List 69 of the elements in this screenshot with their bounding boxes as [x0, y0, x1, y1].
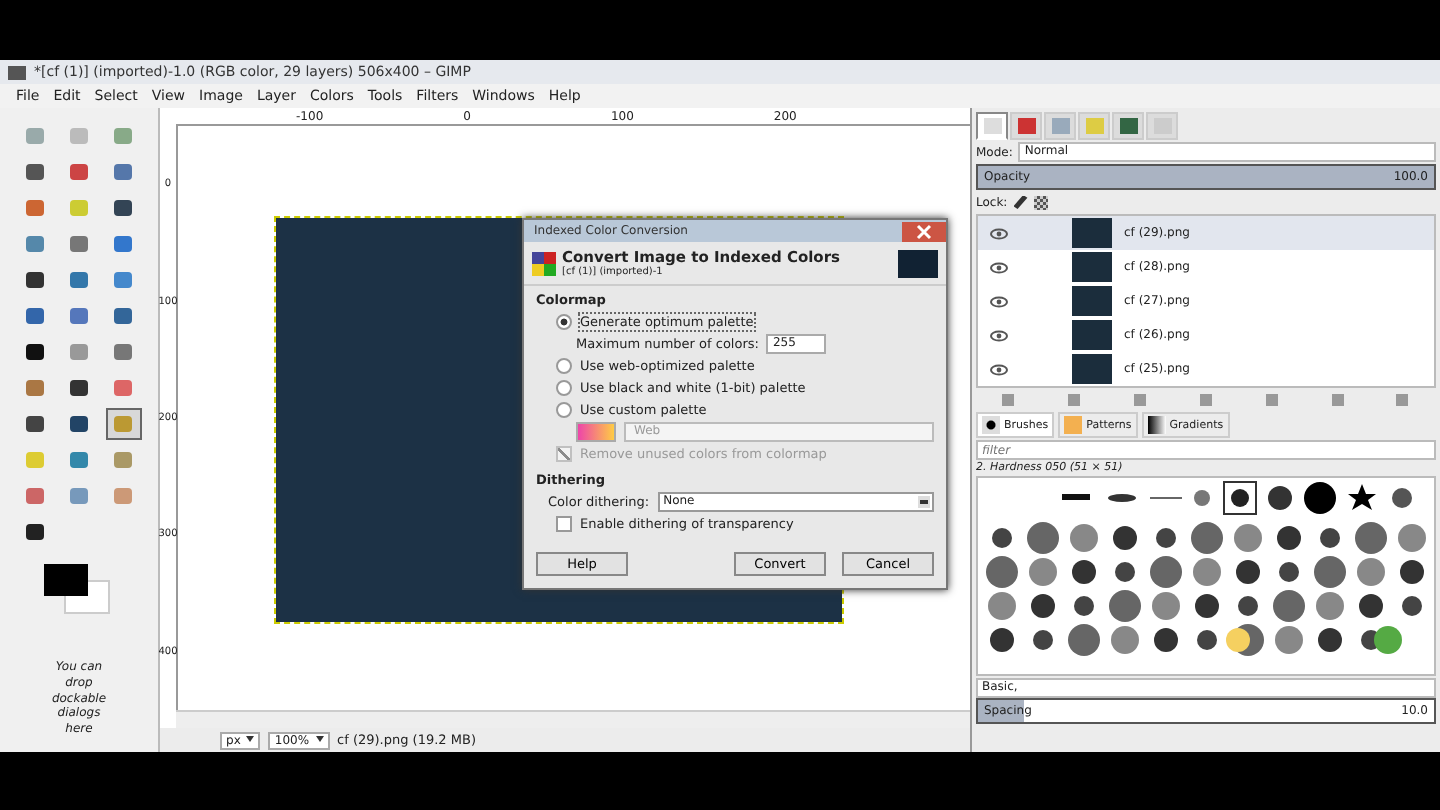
tool-icon: [114, 164, 132, 180]
tool-icon: [70, 488, 88, 504]
eye-icon[interactable]: [990, 363, 1008, 375]
tool-icon: [26, 416, 44, 432]
tool-icon: [114, 452, 132, 468]
tool-icon: [70, 380, 88, 396]
layer-action-icon[interactable]: [1265, 394, 1278, 406]
checkbox[interactable]: [556, 515, 573, 531]
dock-tab[interactable]: [1010, 112, 1042, 140]
brush-lock-icon[interactable]: [1013, 195, 1028, 209]
tool-icon: [114, 272, 132, 288]
dock-tab[interactable]: [976, 112, 1008, 140]
tool-icon: [70, 308, 88, 324]
app-icon: [8, 65, 26, 79]
close-icon: [916, 223, 933, 239]
layer-action-icon[interactable]: [1134, 394, 1147, 406]
tool-icon: [114, 236, 132, 252]
tool-icon: [26, 344, 44, 360]
horizontal-scrollbar[interactable]: [176, 710, 970, 728]
tool-icon: [70, 272, 88, 288]
layer-action-icon[interactable]: [1396, 394, 1409, 406]
palette-swatch-button[interactable]: [576, 421, 617, 441]
radio-button[interactable]: [556, 357, 573, 373]
tool-icon: [26, 272, 44, 288]
layer-thumbnail: [1072, 252, 1112, 282]
close-button[interactable]: [902, 221, 947, 241]
tool-icon: [114, 416, 132, 432]
radio-button[interactable]: [556, 313, 573, 329]
tool-icon: [26, 488, 44, 504]
tool-icon: [26, 524, 44, 540]
tool-icon: [114, 344, 132, 360]
layer-thumbnail: [1072, 218, 1112, 248]
tool-icon: [114, 128, 132, 144]
eye-icon[interactable]: [990, 261, 1008, 273]
layer-thumbnail: [1072, 286, 1112, 316]
palette-icon: [532, 251, 557, 275]
layer-action-icon[interactable]: [1331, 394, 1344, 406]
tool-icon: [70, 416, 88, 432]
tool-icon: [70, 164, 88, 180]
tool-icon: [26, 452, 44, 468]
tool-icon: [26, 200, 44, 216]
brush-grid-drawing[interactable]: [976, 476, 1436, 676]
tool-icon: [26, 128, 44, 144]
tool-icon: [26, 380, 44, 396]
tool-icon: [26, 236, 44, 252]
tool-icon: [70, 236, 88, 252]
layer-action-icon[interactable]: [1068, 394, 1081, 406]
tool-icon: [26, 308, 44, 324]
tool-icon: [114, 308, 132, 324]
dock-tab[interactable]: [1112, 112, 1144, 140]
tool-icon: [26, 164, 44, 180]
layer-action-icon[interactable]: [1199, 394, 1212, 406]
tool-icon: [70, 128, 88, 144]
tool-icon: [114, 380, 132, 396]
checker-lock-icon[interactable]: [1033, 195, 1048, 209]
layer-thumbnail: [1072, 354, 1112, 384]
eye-icon[interactable]: [990, 227, 1008, 239]
tool-icon: [70, 452, 88, 468]
tool-icon: [114, 200, 132, 216]
tool-icon: [114, 488, 132, 504]
eye-icon[interactable]: [990, 329, 1008, 341]
layer-action-icon[interactable]: [1002, 394, 1015, 406]
tool-icon: [70, 200, 88, 216]
radio-button[interactable]: [556, 379, 573, 395]
tool-icon: [70, 344, 88, 360]
eye-icon[interactable]: [990, 295, 1008, 307]
image-thumbnail: [898, 249, 939, 277]
layer-thumbnail: [1072, 320, 1112, 350]
radio-button[interactable]: [556, 401, 573, 417]
